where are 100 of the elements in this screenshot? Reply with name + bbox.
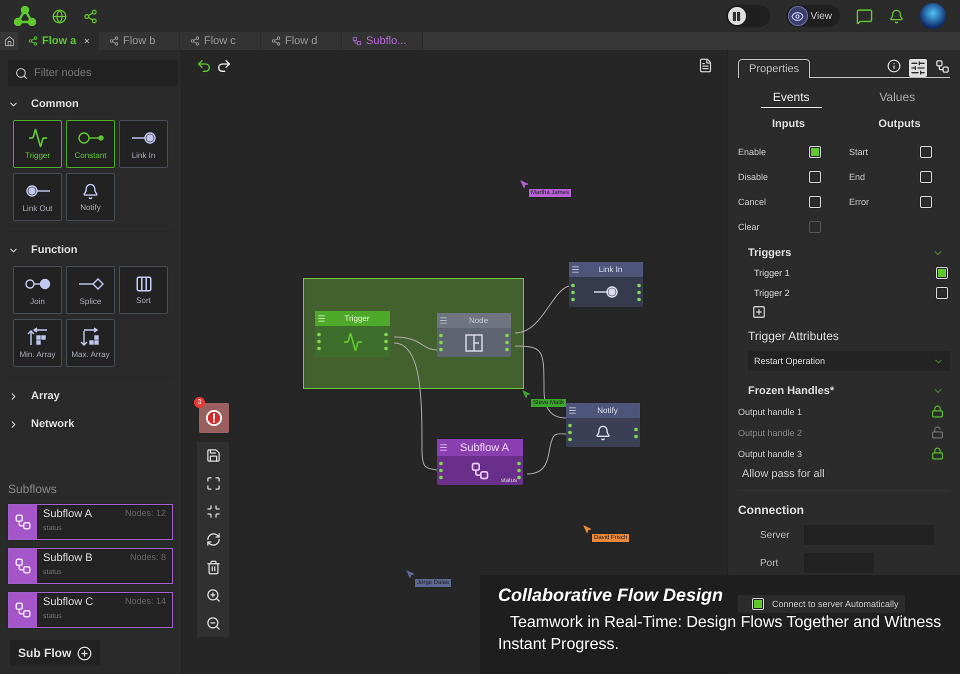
flow-node[interactable]: Notify — [566, 403, 640, 447]
palette-node[interactable]: Link In — [119, 120, 168, 168]
ports-icon — [634, 426, 638, 440]
flow-icon[interactable] — [935, 59, 950, 74]
palette-node[interactable]: Sort — [119, 266, 168, 314]
section-title: Frozen Handles* — [748, 385, 834, 397]
view-toggle[interactable]: View — [786, 5, 840, 27]
category-header[interactable]: Function — [8, 240, 173, 260]
flow-icon — [190, 36, 200, 46]
document-icon[interactable] — [698, 58, 713, 73]
panel-tab[interactable]: Events — [760, 90, 822, 108]
column-title: Inputs — [771, 118, 806, 130]
section-title: Trigger Attributes — [747, 329, 840, 343]
output-label: End — [849, 172, 866, 182]
zoom-out-icon[interactable] — [206, 616, 220, 631]
logo-icon[interactable] — [14, 6, 36, 26]
globe-icon[interactable] — [52, 8, 67, 24]
plus-icon — [77, 646, 92, 660]
input-label: Disable — [738, 172, 768, 182]
add-icon[interactable] — [752, 305, 766, 319]
flow-icon — [109, 36, 119, 46]
node-title: Node — [468, 316, 490, 325]
category-header[interactable]: Common — [8, 94, 173, 114]
connector-line — [526, 433, 566, 474]
alert-icon — [205, 409, 223, 427]
field-label: Port — [760, 558, 780, 568]
sliders-button[interactable] — [909, 59, 927, 77]
panel-tab[interactable]: Values — [867, 90, 928, 108]
add-subflow-button[interactable]: Sub Flow — [10, 640, 100, 666]
share-icon[interactable] — [83, 8, 98, 24]
node-title: Trigger — [343, 314, 371, 323]
palette-node[interactable]: Max. Array — [66, 319, 115, 367]
menu-icon — [317, 314, 326, 323]
menu-icon — [571, 265, 580, 274]
avatar[interactable] — [920, 3, 946, 29]
section-title: Subflows — [8, 482, 58, 496]
section-title: Triggers — [748, 247, 792, 259]
chat-icon[interactable] — [856, 8, 873, 24]
ports-icon — [439, 460, 443, 481]
bell-icon — [82, 182, 99, 200]
ports-icon — [317, 331, 321, 352]
node-title: Subflow A — [459, 442, 510, 454]
trash-icon[interactable] — [206, 560, 220, 575]
subflow-icon — [470, 460, 490, 480]
lock-icon[interactable] — [931, 405, 944, 418]
checkbox-label: Connect to server Automatically — [772, 599, 899, 609]
notification-icon[interactable] — [889, 8, 904, 24]
trigger-label: Trigger 2 — [754, 288, 790, 298]
connector-line — [514, 286, 570, 334]
handle-label: Output handle 2 — [738, 428, 802, 438]
category-header[interactable]: Network — [8, 414, 173, 434]
category-header[interactable]: Array — [8, 386, 173, 406]
flow-node[interactable]: Link In — [569, 262, 643, 307]
expand-icon[interactable] — [206, 476, 220, 491]
unlock-icon[interactable] — [931, 426, 944, 439]
menu-icon — [439, 443, 448, 452]
subflow-name: Subflow A — [43, 508, 93, 522]
pause-toggle[interactable] — [726, 5, 770, 27]
palette-node[interactable]: Trigger — [13, 120, 62, 168]
close-button[interactable]: × — [84, 36, 90, 46]
palette-node[interactable]: Link Out — [13, 173, 62, 221]
ports-icon — [568, 422, 572, 443]
ports-icon — [505, 332, 509, 353]
node-count: Nodes: 8 — [130, 552, 166, 564]
field-label: Server — [760, 530, 790, 540]
search-field[interactable]: Filter nodes — [8, 60, 178, 86]
zoom-in-icon[interactable] — [206, 588, 220, 603]
column-title: Outputs — [877, 118, 922, 130]
refresh-icon[interactable] — [206, 532, 220, 547]
output-label: Error — [849, 196, 869, 206]
sliders-icon — [910, 60, 926, 76]
palette-node[interactable]: Constant — [66, 120, 115, 168]
eye-icon — [791, 10, 804, 22]
palette-node[interactable]: Join — [13, 266, 62, 314]
pause-icon — [731, 10, 742, 22]
lock-icon[interactable] — [931, 447, 944, 460]
collapse-icon[interactable] — [206, 504, 220, 519]
input-label: Enable — [738, 146, 766, 156]
subflow-name: Subflow C — [43, 596, 94, 610]
palette-node[interactable]: Splice — [66, 266, 115, 314]
palette-node[interactable]: Notify — [66, 173, 115, 221]
input-label: Clear — [738, 222, 760, 232]
output-label: Start — [849, 146, 868, 156]
subflow-icon — [14, 513, 32, 531]
split-square-icon — [464, 332, 484, 352]
subflow-name: Subflow B — [43, 552, 94, 566]
flow-tab[interactable]: Flow a × — [18, 32, 99, 50]
attribute-select[interactable]: Restart Operation — [748, 351, 950, 371]
subflow-icon — [14, 557, 32, 575]
info-icon[interactable] — [887, 59, 901, 73]
redo-icon[interactable] — [216, 58, 232, 74]
error-button[interactable] — [199, 403, 229, 433]
save-icon[interactable] — [206, 448, 220, 463]
properties-tab[interactable]: Properties — [738, 59, 810, 78]
palette-node[interactable]: Min. Array — [13, 319, 62, 367]
undo-icon[interactable] — [196, 58, 212, 74]
node-count: Nodes: 12 — [124, 508, 166, 520]
menu-icon — [439, 316, 448, 325]
home-icon[interactable] — [4, 36, 14, 46]
node-title: Notify — [596, 406, 619, 415]
